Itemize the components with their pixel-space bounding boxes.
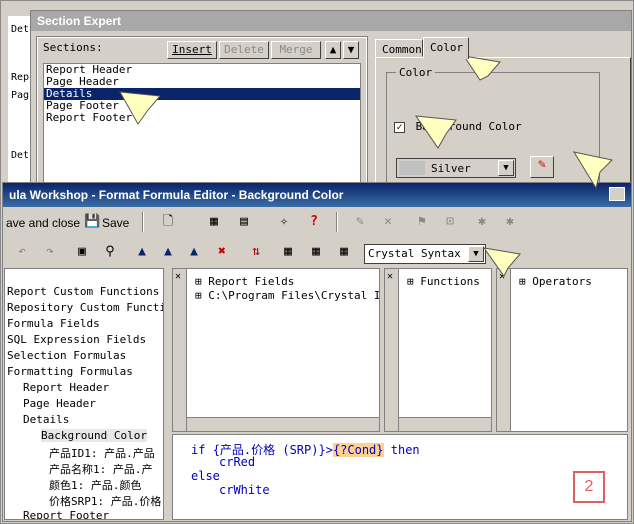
callout-arrow — [572, 151, 614, 190]
callout-arrow — [462, 55, 501, 81]
callout-arrow — [119, 91, 162, 125]
callout-arrow — [414, 115, 457, 149]
tab-color[interactable]: Color — [423, 37, 469, 59]
callout-arrows — [119, 55, 614, 277]
callout-arrow — [482, 247, 521, 277]
